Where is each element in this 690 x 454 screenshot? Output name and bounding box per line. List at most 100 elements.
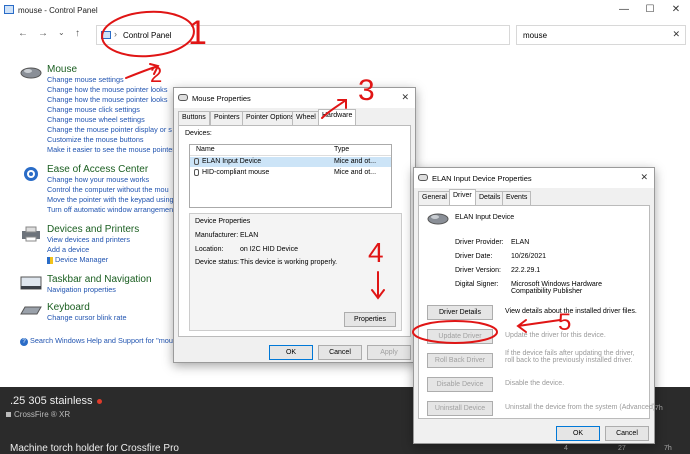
link-mouse-works[interactable]: Change how your mouse works	[47, 175, 174, 185]
section-header[interactable]: Taskbar and Navigation	[47, 274, 152, 285]
maximize-button[interactable]: ☐	[636, 2, 664, 18]
help-icon: ?	[20, 338, 28, 346]
section-header[interactable]: Mouse	[47, 64, 175, 75]
table-row[interactable]: ELAN Input Device Mice and ot...	[190, 157, 391, 167]
column-name[interactable]: Name	[196, 146, 215, 153]
breadcrumb-chevron-icon: ›	[114, 29, 117, 39]
uninstall-device-button[interactable]: Uninstall Device	[427, 401, 493, 416]
forward-button[interactable]: →	[38, 28, 48, 39]
title-bar: mouse - Control Panel — ☐ ✕	[0, 0, 690, 22]
link-change-mouse-settings[interactable]: Change mouse settings	[47, 75, 175, 85]
device-type: Mice and ot...	[334, 158, 377, 165]
window-title: mouse - Control Panel	[18, 6, 98, 15]
category-label: CrossFire ® XR	[14, 410, 71, 419]
topic-title-2[interactable]: Machine torch holder for Crossfire Pro	[10, 443, 179, 454]
unread-dot	[96, 398, 102, 404]
link-customize-buttons[interactable]: Customize the mouse buttons	[47, 135, 175, 145]
disable-device-button[interactable]: Disable Device	[427, 377, 493, 392]
driver-details-button[interactable]: Driver Details	[427, 305, 493, 320]
section-mouse: Mouse Change mouse settings Change how t…	[20, 64, 175, 155]
status-label: Device status:	[195, 259, 239, 266]
link-pointer-display[interactable]: Change the mouse pointer display or s	[47, 125, 175, 135]
dialog-title: ELAN Input Device Properties	[432, 174, 532, 183]
tab-details[interactable]: Details	[475, 191, 505, 205]
topic-category[interactable]: CrossFire ® XR	[6, 410, 70, 419]
section-header[interactable]: Keyboard	[47, 302, 127, 313]
up-button[interactable]: ↑	[75, 28, 80, 39]
tab-wheel[interactable]: Wheel	[292, 111, 320, 125]
location-label: Location:	[195, 246, 224, 253]
section-header[interactable]: Devices and Printers	[47, 224, 139, 235]
driver-details-desc: View details about the installed driver …	[505, 308, 637, 315]
digital-signer-value: Microsoft Windows Hardware Compatibility…	[511, 281, 603, 295]
link-device-manager[interactable]: Device Manager	[47, 255, 139, 265]
manufacturer-label: Manufacturer:	[195, 232, 239, 239]
back-button[interactable]: ←	[18, 28, 28, 39]
link-easier-see-pointer[interactable]: Make it easier to see the mouse pointer	[47, 145, 175, 155]
tab-buttons[interactable]: Buttons	[178, 111, 210, 125]
link-navigation-properties[interactable]: Navigation properties	[47, 285, 152, 295]
table-row[interactable]: HID-compliant mouse Mice and ot...	[190, 168, 391, 178]
navigation-bar: ← → ⌄ ↑ › Control Panel mouse ✕	[0, 22, 690, 48]
update-driver-button[interactable]: Update Driver	[427, 329, 493, 344]
topic-title[interactable]: .25 305 stainless	[10, 395, 102, 407]
cancel-button[interactable]: Cancel	[605, 426, 649, 441]
ok-button[interactable]: OK	[556, 426, 600, 441]
control-panel-icon	[101, 31, 111, 39]
device-name: HID-compliant mouse	[202, 169, 270, 176]
help-link[interactable]: ? Search Windows Help and Support for "mo…	[20, 336, 177, 346]
dialog-title-bar: ELAN Input Device Properties ✕	[414, 168, 654, 188]
link-label: Device Manager	[55, 255, 109, 264]
column-type[interactable]: Type	[334, 146, 349, 153]
digital-signer-label: Digital Signer:	[455, 281, 499, 288]
tab-pointers[interactable]: Pointers	[210, 111, 244, 125]
tab-pointer-options[interactable]: Pointer Options	[242, 111, 299, 125]
address-bar[interactable]: › Control Panel	[96, 25, 510, 45]
breadcrumb-control-panel[interactable]: Control Panel	[123, 31, 171, 40]
clear-search-icon[interactable]: ✕	[672, 29, 680, 40]
close-icon[interactable]: ✕	[640, 172, 648, 183]
dialog-title: Mouse Properties	[192, 94, 251, 103]
link-view-devices[interactable]: View devices and printers	[47, 235, 139, 245]
recent-dropdown-icon[interactable]: ⌄	[58, 28, 65, 37]
minimize-button[interactable]: —	[610, 2, 638, 18]
close-icon[interactable]: ✕	[401, 92, 409, 103]
search-value: mouse	[523, 31, 548, 40]
devices-label: Devices:	[185, 130, 212, 137]
driver-provider-label: Driver Provider:	[455, 239, 504, 246]
cancel-button[interactable]: Cancel	[318, 345, 362, 360]
driver-date-label: Driver Date:	[455, 253, 493, 260]
tab-hardware[interactable]: Hardware	[318, 109, 357, 125]
link-control-without-mouse[interactable]: Control the computer without the mou	[47, 185, 174, 195]
tab-general[interactable]: General	[418, 191, 451, 205]
link-add-device[interactable]: Add a device	[47, 245, 139, 255]
printer-icon	[22, 226, 40, 242]
status-value: This device is working properly.	[240, 259, 338, 266]
ok-button[interactable]: OK	[269, 345, 313, 360]
apply-button[interactable]: Apply	[367, 345, 411, 360]
link-click-settings[interactable]: Change mouse click settings	[47, 105, 175, 115]
roll-back-driver-button[interactable]: Roll Back Driver	[427, 353, 493, 368]
hardware-panel: Devices: Name Type ELAN Input Device Mic…	[178, 125, 411, 337]
section-header[interactable]: Ease of Access Center	[47, 164, 174, 175]
help-link-label: Search Windows Help and Support for "mou…	[30, 336, 177, 345]
disable-device-desc: Disable the device.	[505, 380, 565, 387]
link-pointer-looks-2[interactable]: Change how the mouse pointer looks	[47, 95, 175, 105]
keyboard-icon	[20, 306, 42, 315]
link-wheel-settings[interactable]: Change mouse wheel settings	[47, 115, 175, 125]
tab-events[interactable]: Events	[502, 191, 532, 205]
device-type: Mice and ot...	[334, 169, 377, 176]
device-list[interactable]: Name Type ELAN Input Device Mice and ot.…	[189, 144, 392, 208]
topic-title-text: .25 305 stainless	[10, 395, 93, 407]
dialog-title-bar: Mouse Properties ✕	[174, 88, 415, 108]
mouse-icon	[194, 158, 199, 165]
search-input[interactable]: mouse ✕	[516, 25, 686, 45]
ease-of-access-icon	[24, 167, 38, 181]
link-pointer-looks[interactable]: Change how the mouse pointer looks	[47, 85, 175, 95]
link-move-pointer-keypad[interactable]: Move the pointer with the keypad using	[47, 195, 174, 205]
link-window-arrangement[interactable]: Turn off automatic window arrangemen	[47, 205, 174, 215]
link-cursor-blink[interactable]: Change cursor blink rate	[47, 313, 127, 323]
properties-button[interactable]: Properties	[344, 312, 396, 327]
close-button[interactable]: ✕	[662, 2, 690, 18]
tab-driver[interactable]: Driver	[449, 189, 476, 205]
